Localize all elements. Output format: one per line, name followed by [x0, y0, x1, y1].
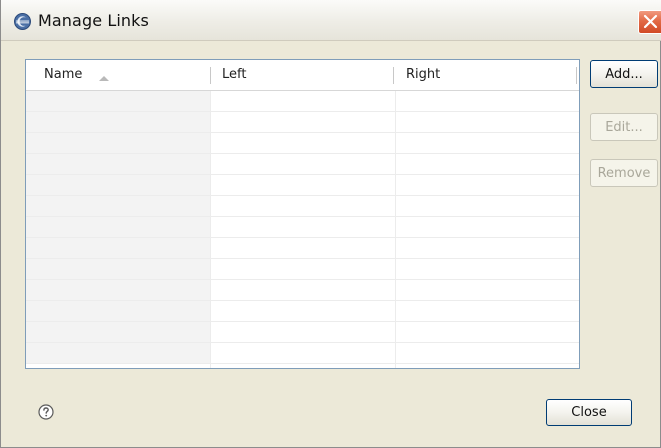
column-divider[interactable] — [210, 67, 211, 84]
table-row[interactable] — [26, 343, 579, 364]
close-window-button[interactable] — [638, 10, 661, 34]
dialog-title: Manage Links — [38, 11, 149, 30]
links-table[interactable]: Name Left Right — [25, 59, 580, 369]
add-link-button[interactable]: Add... — [590, 60, 658, 88]
column-header-right[interactable]: Right — [406, 60, 440, 90]
close-button[interactable]: Close — [546, 399, 632, 426]
table-body[interactable] — [26, 91, 579, 368]
table-row[interactable] — [26, 133, 579, 154]
table-row[interactable] — [26, 217, 579, 238]
help-icon[interactable] — [38, 404, 54, 420]
column-gridline — [210, 91, 211, 368]
column-divider[interactable] — [576, 67, 577, 84]
table-row[interactable] — [26, 301, 579, 322]
table-row[interactable] — [26, 154, 579, 175]
table-row[interactable] — [26, 259, 579, 280]
sort-ascending-icon — [98, 71, 110, 81]
table-row[interactable] — [26, 175, 579, 196]
title-bar[interactable]: Manage Links — [1, 0, 661, 41]
table-row[interactable] — [26, 112, 579, 133]
table-row[interactable] — [26, 196, 579, 217]
table-row[interactable] — [26, 238, 579, 259]
eclipse-icon — [14, 13, 31, 30]
column-gridline — [395, 91, 396, 368]
manage-links-dialog: Manage Links Name Left Right Add... Edit… — [0, 0, 661, 448]
table-header: Name Left Right — [26, 60, 579, 91]
table-row[interactable] — [26, 280, 579, 301]
column-header-name[interactable]: Name — [44, 60, 82, 90]
table-row[interactable] — [26, 91, 579, 112]
table-row[interactable] — [26, 322, 579, 343]
close-icon — [643, 14, 658, 29]
edit-link-button[interactable]: Edit... — [590, 113, 658, 141]
column-header-left[interactable]: Left — [222, 60, 246, 90]
column-divider[interactable] — [393, 67, 394, 84]
remove-link-button[interactable]: Remove — [590, 159, 658, 187]
